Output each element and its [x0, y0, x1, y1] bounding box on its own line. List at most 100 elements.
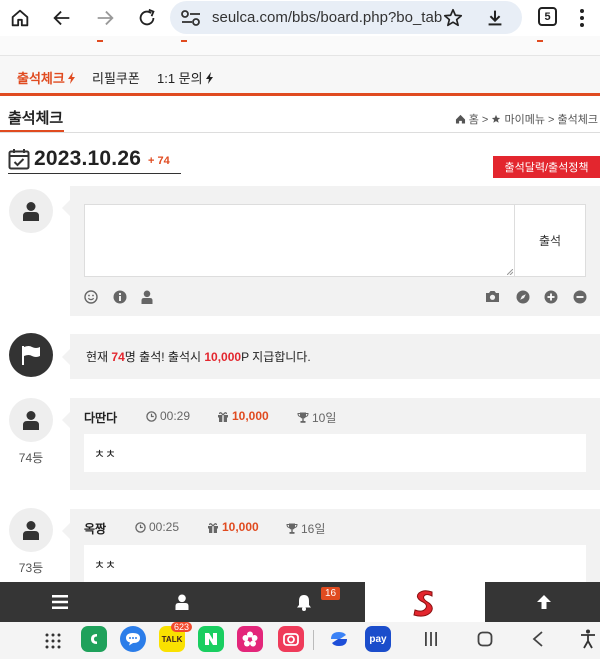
- nav-user-button[interactable]: [122, 582, 242, 622]
- nav-notification-button[interactable]: [244, 582, 364, 622]
- compass-icon[interactable]: [516, 290, 530, 304]
- avatar: [9, 189, 53, 233]
- breadcrumb-home[interactable]: 홈: [469, 114, 479, 126]
- app-divider: [313, 630, 314, 650]
- android-nav-bar: TALK 623 pay: [0, 622, 600, 659]
- tab-switcher-button[interactable]: 5: [538, 7, 557, 26]
- camera-app-icon[interactable]: [278, 626, 304, 652]
- page-header: 출석체크 홈 > 마이메뉴 > 출석체크: [0, 99, 600, 133]
- phone-app-icon[interactable]: [81, 626, 107, 652]
- site-logo[interactable]: [365, 582, 485, 622]
- list-item: 다딴다 00:29 10,000 10일 ㅊㅊ: [62, 398, 600, 490]
- attendance-date: 2023.10.26: [34, 147, 142, 170]
- trophy-icon: [297, 412, 309, 423]
- menu-refill-coupon[interactable]: 리필쿠폰: [92, 68, 140, 87]
- bell-icon: [297, 594, 311, 611]
- entry-message: ㅊㅊ: [84, 545, 586, 583]
- menu-inquiry[interactable]: 1:1 문의: [157, 68, 214, 87]
- back-icon[interactable]: [48, 4, 76, 32]
- attendance-notice: 현재 74명 출석! 출석시 10,000P 지급합니다.: [62, 334, 600, 379]
- avatar: [9, 508, 53, 552]
- entry-time: 00:29: [146, 409, 190, 423]
- title-underline: [0, 130, 64, 132]
- date-row: 2023.10.26 + 74 출석달력/출석정책: [0, 140, 600, 178]
- site-logo-icon: [413, 590, 433, 617]
- entry-name[interactable]: 다딴다: [84, 409, 117, 426]
- address-bar[interactable]: seulca.com/bbs/board.php?bo_tab: [170, 1, 522, 34]
- clock-icon: [146, 410, 157, 422]
- more-menu-icon[interactable]: [568, 4, 596, 32]
- kakaotalk-badge: 623: [171, 622, 193, 632]
- avatar: [9, 398, 53, 442]
- clock-icon: [135, 521, 146, 533]
- entry-points: 10,000: [217, 409, 269, 423]
- browser-toolbar: seulca.com/bbs/board.php?bo_tab 5: [0, 0, 600, 36]
- shortcut-app-icon[interactable]: [326, 626, 352, 652]
- site-settings-icon[interactable]: [180, 8, 202, 33]
- accessibility-icon[interactable]: [580, 629, 596, 654]
- notification-badge: 16: [321, 587, 341, 600]
- flag-icon: [22, 346, 40, 365]
- attendance-rank: 73등: [18, 561, 44, 575]
- comment-textarea[interactable]: [84, 204, 515, 277]
- reload-icon[interactable]: [133, 4, 161, 32]
- site-bottom-nav: 16: [0, 582, 600, 622]
- user-icon: [175, 594, 189, 610]
- bolt-icon: [68, 72, 76, 84]
- emoji-icon[interactable]: [84, 290, 98, 304]
- date-underline: [8, 173, 181, 174]
- breadcrumb-current: 출석체크: [557, 114, 598, 126]
- gift-icon: [218, 411, 228, 422]
- app-drawer-icon[interactable]: [45, 633, 61, 654]
- user-icon[interactable]: [141, 290, 155, 304]
- minus-circle-icon[interactable]: [573, 290, 587, 304]
- nav-menu-button[interactable]: [0, 582, 120, 622]
- naver-app-icon[interactable]: [198, 626, 224, 652]
- notice-avatar: [9, 333, 53, 377]
- breadcrumb-my-menu[interactable]: 마이메뉴: [504, 114, 544, 126]
- entry-days: 10일: [297, 409, 336, 426]
- page-title: 출석체크: [8, 110, 64, 127]
- entry-points: 10,000: [207, 520, 259, 534]
- entry-name[interactable]: 옥짱: [84, 520, 106, 537]
- arrow-up-icon: [536, 595, 551, 609]
- home-icon[interactable]: [6, 4, 34, 32]
- entry-time: 00:25: [135, 520, 179, 534]
- calendar-policy-button[interactable]: 출석달력/출석정책: [493, 156, 600, 178]
- download-icon[interactable]: [484, 7, 506, 34]
- attendance-rank: 74등: [18, 451, 44, 465]
- blossom-app-icon[interactable]: [237, 626, 263, 652]
- calendar-check-icon: [8, 148, 30, 175]
- home-button-icon[interactable]: [477, 631, 493, 652]
- camera-icon[interactable]: [485, 290, 499, 304]
- attendance-submit-button[interactable]: 출석: [514, 204, 586, 277]
- home-icon: [455, 114, 465, 124]
- nav-scroll-top-button[interactable]: [487, 582, 600, 622]
- attendance-count: + 74: [148, 155, 170, 167]
- recent-apps-icon[interactable]: [424, 631, 438, 652]
- forward-icon[interactable]: [91, 4, 119, 32]
- gift-icon: [208, 522, 218, 533]
- resize-handle-icon: [507, 269, 513, 275]
- back-button-icon[interactable]: [532, 631, 544, 652]
- breadcrumb: 홈 > 마이메뉴 > 출석체크: [455, 111, 598, 127]
- user-icon: [23, 521, 39, 540]
- plus-circle-icon[interactable]: [544, 290, 558, 304]
- comment-composer: 출석: [62, 186, 600, 316]
- url-text: seulca.com/bbs/board.php?bo_tab: [212, 9, 442, 26]
- info-icon[interactable]: [113, 290, 127, 304]
- user-icon: [23, 202, 39, 221]
- bookmark-star-icon[interactable]: [442, 7, 464, 34]
- site-header-strip: [0, 36, 600, 56]
- hamburger-icon: [52, 595, 68, 609]
- pay-app-icon[interactable]: pay: [365, 626, 391, 652]
- messages-app-icon[interactable]: [120, 626, 146, 652]
- entry-days: 16일: [286, 520, 325, 537]
- entry-message: ㅊㅊ: [84, 434, 586, 472]
- star-icon: [492, 114, 501, 123]
- trophy-icon: [286, 523, 298, 534]
- bolt-icon: [206, 72, 214, 84]
- user-icon: [23, 411, 39, 430]
- quick-menu: 출석체크 리필쿠폰 1:1 문의: [0, 56, 600, 96]
- menu-attendance[interactable]: 출석체크: [17, 68, 76, 87]
